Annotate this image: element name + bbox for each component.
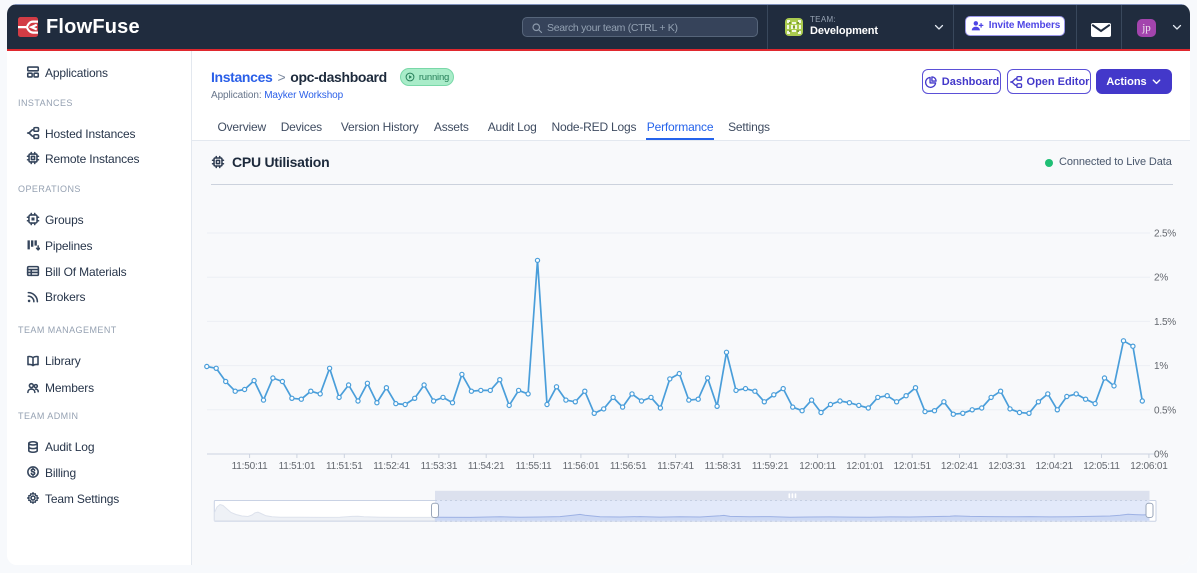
- svg-text:12:05:11: 12:05:11: [1083, 461, 1120, 472]
- svg-text:11:58:31: 11:58:31: [705, 461, 742, 472]
- svg-text:11:55:11: 11:55:11: [516, 461, 552, 472]
- svg-text:12:02:41: 12:02:41: [941, 461, 979, 472]
- svg-text:12:03:31: 12:03:31: [988, 461, 1026, 472]
- svg-text:0%: 0%: [1154, 449, 1168, 460]
- svg-text:11:51:01: 11:51:01: [279, 461, 316, 472]
- svg-text:0.5%: 0.5%: [1154, 405, 1176, 416]
- svg-text:11:52:41: 11:52:41: [373, 461, 410, 472]
- svg-text:11:57:41: 11:57:41: [657, 461, 694, 472]
- svg-text:12:00:11: 12:00:11: [799, 461, 836, 472]
- svg-text:11:56:01: 11:56:01: [563, 461, 600, 472]
- svg-text:2.5%: 2.5%: [1154, 228, 1176, 239]
- svg-text:11:51:51: 11:51:51: [326, 461, 363, 472]
- svg-text:11:59:21: 11:59:21: [752, 461, 789, 472]
- svg-text:1%: 1%: [1154, 361, 1168, 372]
- svg-text:1.5%: 1.5%: [1154, 317, 1176, 328]
- svg-text:12:06:01: 12:06:01: [1130, 461, 1168, 472]
- svg-text:12:04:21: 12:04:21: [1036, 461, 1074, 472]
- svg-text:2%: 2%: [1154, 273, 1168, 284]
- svg-text:11:54:21: 11:54:21: [468, 461, 505, 472]
- svg-text:12:01:01: 12:01:01: [846, 461, 884, 472]
- svg-text:12:01:51: 12:01:51: [894, 461, 932, 472]
- svg-text:11:56:51: 11:56:51: [610, 461, 647, 472]
- svg-text:11:53:31: 11:53:31: [421, 461, 458, 472]
- svg-text:11:50:11: 11:50:11: [232, 461, 268, 472]
